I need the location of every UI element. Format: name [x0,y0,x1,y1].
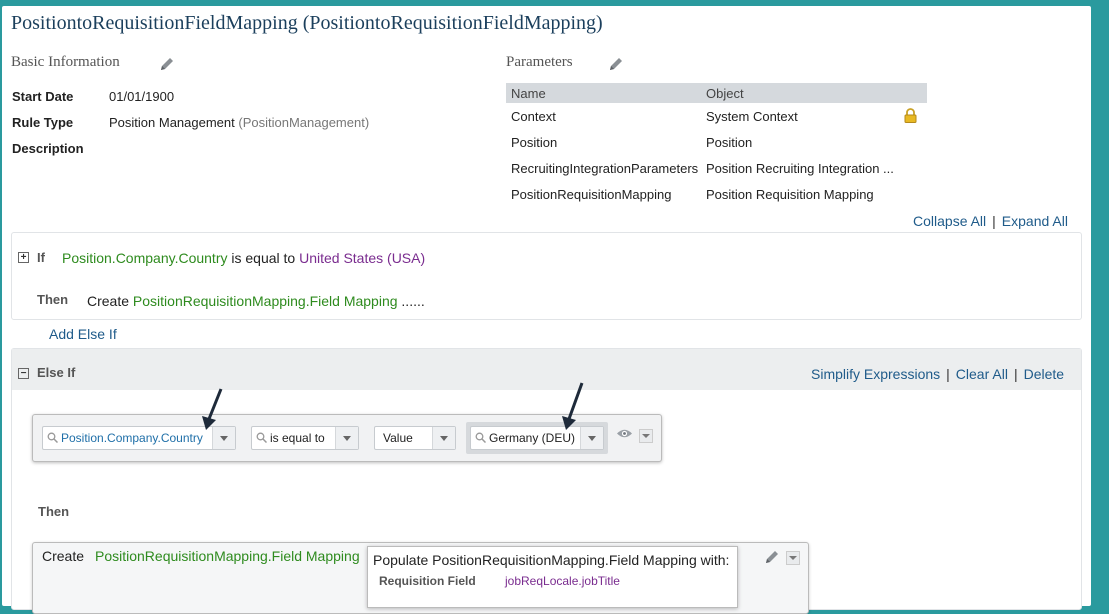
expand-all-link[interactable]: Expand All [1002,213,1068,229]
parameters-table-header: Name Object [506,83,927,103]
basic-info-title: Basic Information [11,54,120,70]
eye-icon[interactable] [616,428,633,439]
value-type-value: Value [383,431,413,445]
param-row-object: Position [706,135,753,150]
parameters-title: Parameters [506,54,573,70]
rule-page: PositiontoRequisitionFieldMapping (Posit… [2,6,1091,614]
param-row-name: Context [511,109,556,124]
separator: | [992,213,996,229]
edit-basic-info-pencil-icon[interactable] [159,56,175,72]
if-operator: is equal to [231,250,296,266]
search-icon [256,432,267,443]
chevron-down-icon[interactable] [335,427,358,449]
description-label: Description [12,141,84,156]
param-row-name: PositionRequisitionMapping [511,187,672,202]
value-dropdown-value: Germany (DEU) [489,431,576,445]
then-expression: Create PositionRequisitionMapping.Field … [87,293,425,309]
populate-title: Populate PositionRequisitionMapping.Fiel… [373,552,730,568]
param-row-object: System Context [706,109,798,124]
search-icon [475,432,486,443]
if-condition: Position.Company.Country is equal to Uni… [62,250,425,266]
delete-link[interactable]: Delete [1024,366,1064,382]
column-name: Name [511,86,546,101]
if-field[interactable]: Position.Company.Country [62,250,227,266]
action-options-dropdown[interactable] [786,551,800,565]
rule-type-id: (PositionManagement) [238,115,370,130]
else-if-actions: Simplify Expressions | Clear All | Delete [811,366,1064,382]
param-row-name: RecruitingIntegrationParameters [511,161,699,176]
if-block: + If Position.Company.Country is equal t… [11,232,1082,320]
then-action: Create [87,293,130,309]
then-keyword: Then [37,292,69,307]
separator: | [1013,366,1018,382]
field-dropdown-value: Position.Company.Country [61,431,203,445]
pointer-arrow-icon [562,382,584,430]
simplify-expressions-link[interactable]: Simplify Expressions [811,366,940,382]
clear-all-link[interactable]: Clear All [956,366,1008,382]
param-row-object: Position Recruiting Integration ... [706,161,894,176]
then-target[interactable]: PositionRequisitionMapping.Field Mapping [133,293,398,309]
create-target[interactable]: PositionRequisitionMapping.Field Mapping [95,548,360,564]
edit-parameters-pencil-icon[interactable] [608,56,624,72]
else-then-keyword: Then [38,504,70,519]
param-row-name: Position [511,135,558,150]
column-object: Object [706,86,744,101]
populate-field-label: Requisition Field [379,574,476,588]
collapse-expand-links: Collapse All | Expand All [913,213,1068,229]
rule-type-value: Position Management (PositionManagement) [109,115,369,130]
pointer-arrow-icon [202,388,223,430]
search-icon [47,432,58,443]
start-date-label: Start Date [12,89,74,104]
rule-type-label: Rule Type [12,115,74,130]
page-title: PositiontoRequisitionFieldMapping (Posit… [11,12,603,34]
expand-if-icon[interactable]: + [18,252,29,263]
operator-dropdown-value: is equal to [270,431,325,445]
then-more: ...... [401,293,425,309]
eye-options-dropdown[interactable] [639,429,653,443]
populate-field-value[interactable]: jobReqLocale.jobTitle [505,574,620,588]
start-date-value: 01/01/1900 [109,89,175,104]
value-type-dropdown[interactable]: Value [374,426,456,450]
else-if-keyword: Else If [37,365,76,380]
create-label: Create [42,548,85,564]
add-else-if-link[interactable]: Add Else If [49,326,117,342]
if-keyword: If [37,250,45,265]
operator-dropdown[interactable]: is equal to [251,426,359,450]
populate-panel: Populate PositionRequisitionMapping.Fiel… [367,546,738,608]
if-value[interactable]: United States (USA) [299,250,425,266]
edit-action-pencil-icon[interactable] [764,549,780,565]
lock-icon [904,108,917,123]
collapse-all-link[interactable]: Collapse All [913,213,986,229]
collapse-else-if-icon[interactable]: − [18,368,29,379]
else-if-header: − Else If Simplify Expressions | Clear All… [12,349,1081,390]
param-row-object: Position Requisition Mapping [706,187,874,202]
rule-type-name: Position Management [109,115,235,130]
chevron-down-icon[interactable] [432,427,455,449]
separator: | [946,366,950,382]
